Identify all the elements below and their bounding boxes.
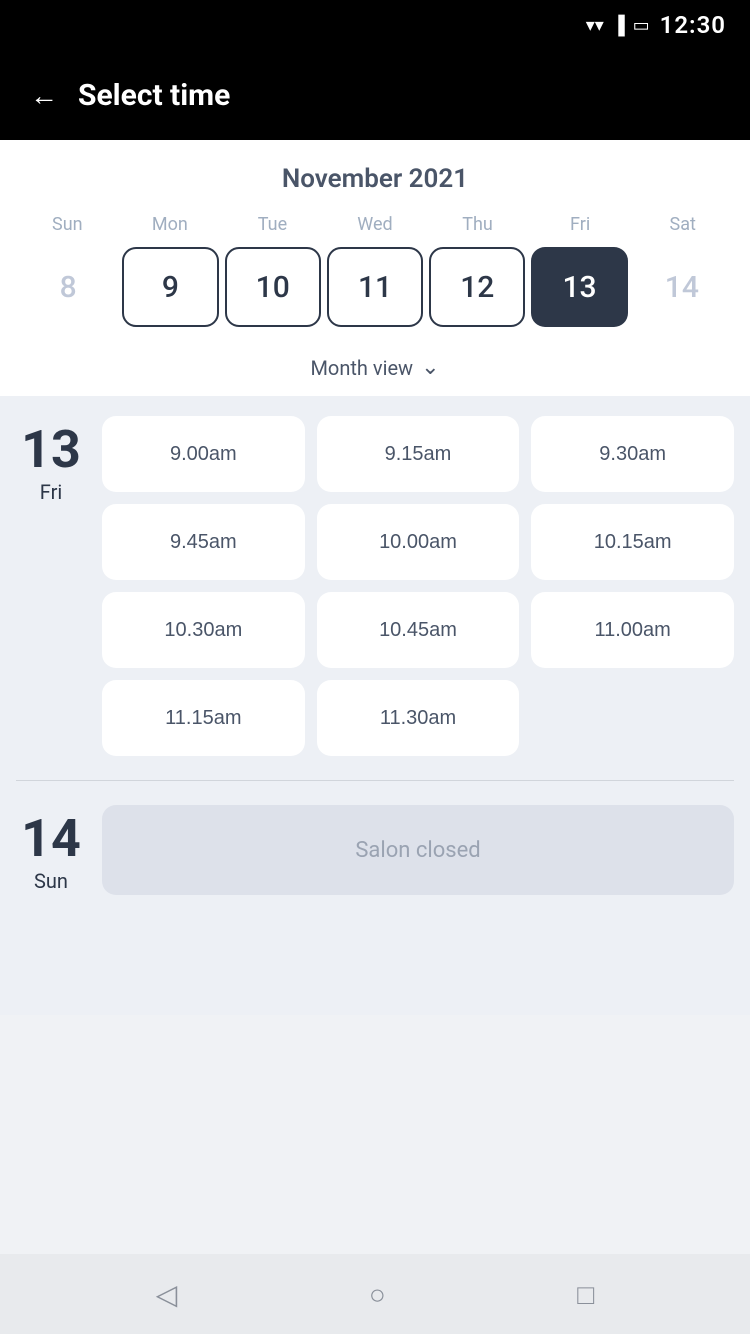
chevron-down-icon: ⌄ <box>421 355 439 380</box>
day-13-block: 13 Fri 9.00am 9.15am 9.30am 9.45am 10.00… <box>16 416 734 756</box>
nav-home-icon[interactable]: ○ <box>369 1278 386 1311</box>
date-9[interactable]: 9 <box>122 247 218 327</box>
status-time: 12:30 <box>660 11 726 39</box>
nav-back-icon[interactable]: ◁ <box>156 1278 178 1311</box>
page-title: Select time <box>78 78 230 113</box>
date-11[interactable]: 11 <box>327 247 423 327</box>
month-view-toggle[interactable]: Month view ⌄ <box>16 345 734 396</box>
status-bar: ▾▾ ▐ ▭ 12:30 <box>0 0 750 50</box>
day-divider <box>16 780 734 781</box>
nav-recent-icon[interactable]: □ <box>577 1278 594 1311</box>
salon-closed-text: Salon closed <box>355 838 480 863</box>
day-14-number: 14 <box>21 813 81 865</box>
app-header: ← Select time <box>0 50 750 140</box>
day-13-name: Fri <box>40 480 62 504</box>
day-14-block: 14 Sun Salon closed <box>16 805 734 895</box>
weekday-mon: Mon <box>119 214 222 235</box>
slot-1115am[interactable]: 11.15am <box>102 680 305 756</box>
calendar-section: November 2021 Sun Mon Tue Wed Thu Fri Sa… <box>0 140 750 396</box>
date-12[interactable]: 12 <box>429 247 525 327</box>
day-14-name: Sun <box>34 869 68 893</box>
weekday-sun: Sun <box>16 214 119 235</box>
month-title: November 2021 <box>16 164 734 194</box>
slot-930am[interactable]: 9.30am <box>531 416 734 492</box>
weekday-fri: Fri <box>529 214 632 235</box>
day-13-label: 13 Fri <box>16 416 86 756</box>
weekday-row: Sun Mon Tue Wed Thu Fri Sat <box>16 214 734 235</box>
date-14[interactable]: 14 <box>634 247 730 327</box>
slots-grid-13: 9.00am 9.15am 9.30am 9.45am 10.00am 10.1… <box>102 416 734 756</box>
slot-1030am[interactable]: 10.30am <box>102 592 305 668</box>
weekday-thu: Thu <box>426 214 529 235</box>
bottom-nav: ◁ ○ □ <box>0 1254 750 1334</box>
slot-1015am[interactable]: 10.15am <box>531 504 734 580</box>
status-icons: ▾▾ ▐ ▭ <box>586 15 650 36</box>
slot-1045am[interactable]: 10.45am <box>317 592 520 668</box>
slot-900am[interactable]: 9.00am <box>102 416 305 492</box>
slot-1100am[interactable]: 11.00am <box>531 592 734 668</box>
weekday-sat: Sat <box>631 214 734 235</box>
month-view-label: Month view <box>310 356 413 380</box>
slot-915am[interactable]: 9.15am <box>317 416 520 492</box>
weekday-wed: Wed <box>324 214 427 235</box>
wifi-icon: ▾▾ <box>586 15 604 36</box>
slot-1000am[interactable]: 10.00am <box>317 504 520 580</box>
date-row: 8 9 10 11 12 13 14 <box>16 247 734 327</box>
date-8[interactable]: 8 <box>20 247 116 327</box>
slot-1130am[interactable]: 11.30am <box>317 680 520 756</box>
date-10[interactable]: 10 <box>225 247 321 327</box>
timeslots-section: 13 Fri 9.00am 9.15am 9.30am 9.45am 10.00… <box>0 396 750 1015</box>
date-13[interactable]: 13 <box>531 247 627 327</box>
salon-closed-box: Salon closed <box>102 805 734 895</box>
day-13-number: 13 <box>21 424 81 476</box>
battery-icon: ▭ <box>633 15 650 36</box>
signal-icon: ▐ <box>612 15 625 36</box>
weekday-tue: Tue <box>221 214 324 235</box>
day-14-label: 14 Sun <box>16 805 86 895</box>
slot-945am[interactable]: 9.45am <box>102 504 305 580</box>
back-button[interactable]: ← <box>30 79 58 112</box>
